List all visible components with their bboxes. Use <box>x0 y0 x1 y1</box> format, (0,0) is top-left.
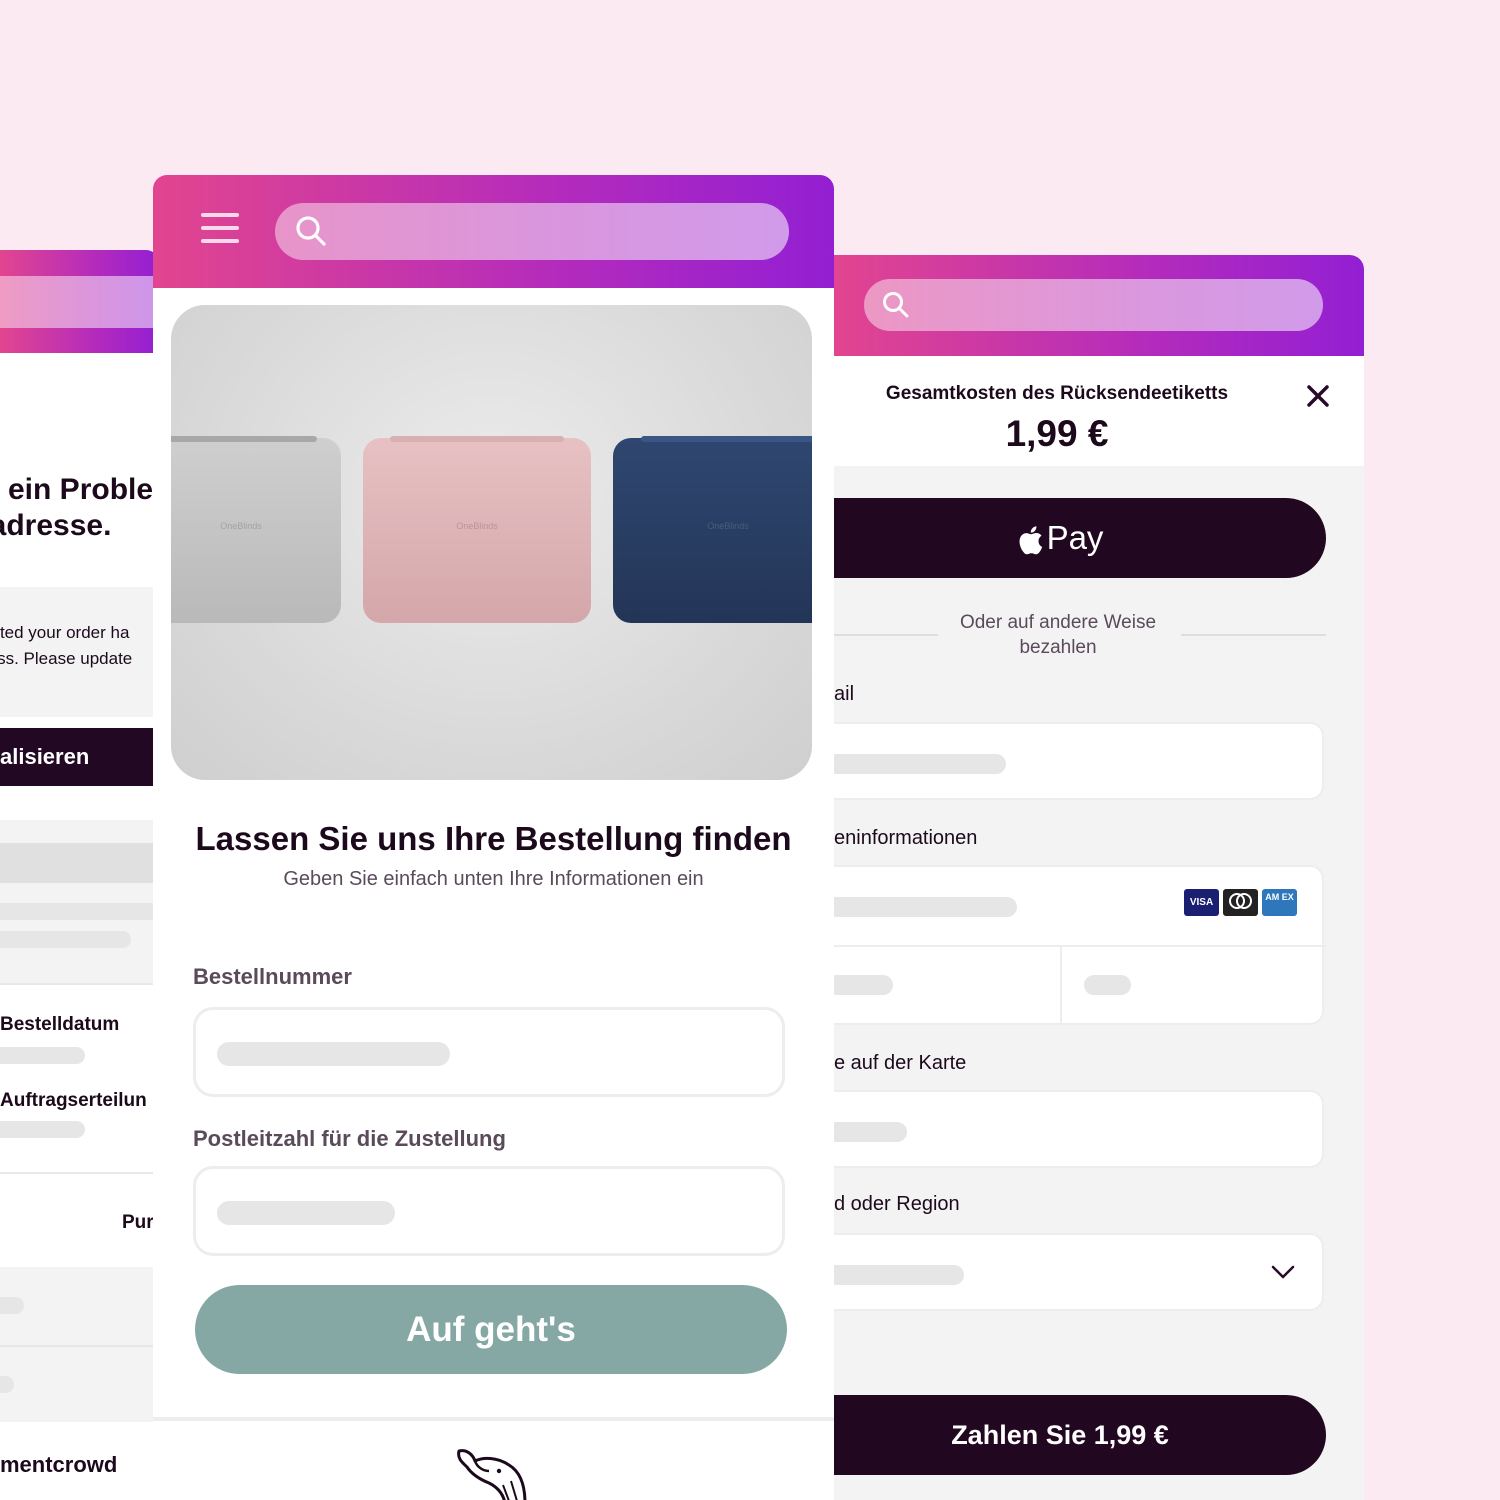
apple-pay-label: Pay <box>1046 519 1104 556</box>
left-skeleton-dot <box>0 1376 14 1393</box>
card-name-skeleton <box>834 1122 907 1142</box>
order-number-skeleton <box>217 1042 450 1066</box>
apple-icon <box>1019 526 1042 555</box>
update-address-button[interactable]: alisieren <box>0 728 160 786</box>
card-name-label: e auf der Karte <box>834 1052 967 1074</box>
country-skeleton <box>834 1265 964 1285</box>
left-message-line1: ected your order ha <box>0 623 130 642</box>
left-items-box <box>0 1267 160 1422</box>
order-placed-label: Auftragserteilun <box>0 1090 147 1111</box>
order-placed-value-skeleton <box>0 1121 85 1138</box>
brand-footer-text: mentcrowd <box>0 1452 118 1477</box>
amex-card-icon: AM EX <box>1262 889 1297 916</box>
right-search-input[interactable] <box>864 279 1323 331</box>
right-top-bar <box>834 255 1364 356</box>
country-select[interactable] <box>834 1233 1324 1311</box>
pay-button[interactable]: Zahlen Sie 1,99 € <box>834 1395 1326 1475</box>
postcode-label: Postleitzahl für die Zustellung <box>193 1126 506 1151</box>
purchase-label: Pur <box>122 1212 154 1233</box>
pink-bag-image: OneBlinds <box>363 436 591 623</box>
hamburger-icon[interactable] <box>201 213 239 247</box>
submit-button[interactable]: Auf geht's <box>195 1285 787 1374</box>
left-message-box: ected your order ha ress. Please update <box>0 587 160 717</box>
email-placeholder-skeleton <box>834 754 1006 774</box>
right-screen-payment: Gesamtkosten des Rücksendeetiketts 1,99 … <box>834 255 1364 1500</box>
postcode-skeleton <box>217 1201 395 1225</box>
postcode-input[interactable] <box>193 1166 785 1256</box>
center-screen-find-order: OneBlinds OneBlinds OneBlinds Lassen Sie… <box>153 175 834 1500</box>
page-title: Lassen Sie uns Ihre Bestellung finden <box>195 820 792 857</box>
left-screen-order-issue: ein Proble radresse. ected your order ha… <box>0 250 160 1500</box>
chevron-down-icon <box>1271 1265 1295 1279</box>
left-top-bar <box>0 250 160 353</box>
mastercard-circles-icon <box>1229 893 1252 909</box>
cost-caption: Gesamtkosten des Rücksendeetiketts <box>885 383 1229 404</box>
left-skeleton-dot <box>0 1297 24 1314</box>
footer-divider <box>153 1417 834 1421</box>
bag-logo: OneBlinds <box>707 521 749 532</box>
left-message-line2: ress. Please update <box>0 649 133 668</box>
left-skeleton-block <box>0 843 160 883</box>
left-search-input[interactable] <box>0 276 160 328</box>
card-field-divider <box>1060 947 1062 1025</box>
left-divider <box>0 983 160 985</box>
or-pay-text: Oder auf andere Weise bezahlen <box>959 612 1157 658</box>
order-number-input[interactable] <box>193 1007 785 1097</box>
email-field[interactable] <box>834 722 1324 800</box>
apple-pay-button[interactable]: Pay <box>834 498 1326 578</box>
left-heading-line2: radresse. <box>0 509 112 542</box>
left-skeleton-line <box>0 931 131 948</box>
left-divider <box>0 1172 160 1174</box>
order-date-value-skeleton <box>0 1047 85 1064</box>
bag-logo: OneBlinds <box>220 521 262 532</box>
search-icon <box>296 216 326 246</box>
search-icon <box>883 292 909 318</box>
whale-logo-icon <box>457 1449 527 1500</box>
left-divider <box>0 1345 160 1347</box>
mastercard-icon <box>1223 889 1258 916</box>
grey-bag-image: OneBlinds <box>171 436 341 623</box>
order-date-label: Bestelldatum <box>0 1014 120 1035</box>
card-expiry-skeleton <box>834 975 893 995</box>
card-cvc-skeleton <box>1084 975 1131 995</box>
card-info-label: eninformationen <box>834 827 978 849</box>
navy-bag-image: OneBlinds <box>613 436 812 623</box>
card-name-field[interactable] <box>834 1090 1324 1168</box>
country-label: d oder Region <box>834 1193 960 1215</box>
visa-card-icon: VISA <box>1184 889 1219 916</box>
left-summary-box <box>0 820 160 985</box>
center-search-input[interactable] <box>275 203 789 260</box>
or-divider-right <box>1181 634 1326 636</box>
center-top-bar <box>153 175 834 288</box>
or-divider-left <box>834 634 938 636</box>
email-label: ail <box>834 683 855 705</box>
page-subtitle: Geben Sie einfach unten Ihre Information… <box>283 868 704 890</box>
product-photo: OneBlinds OneBlinds OneBlinds <box>171 305 812 780</box>
order-number-label: Bestellnummer <box>193 964 352 989</box>
card-number-skeleton <box>834 897 1017 917</box>
bag-logo: OneBlinds <box>456 521 498 532</box>
close-icon[interactable] <box>1305 383 1331 409</box>
cost-amount: 1,99 € <box>1005 413 1109 454</box>
card-field-divider <box>834 945 1326 947</box>
left-skeleton-line <box>0 903 160 920</box>
left-heading-line1: ein Proble <box>8 473 154 506</box>
